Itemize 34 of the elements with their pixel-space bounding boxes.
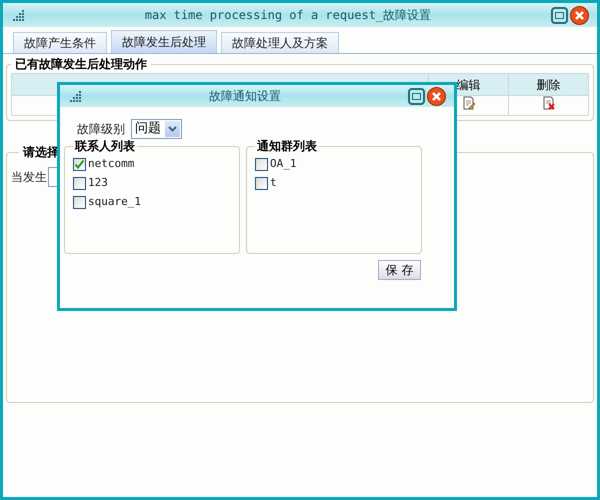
close-icon [574,10,585,20]
edit-icon[interactable] [462,96,476,110]
maximize-button[interactable] [408,88,425,104]
window-title: max time processing of a request_故障设置 [144,7,432,24]
field-label: 当发生 [11,169,47,186]
field-label: 故障级别 [77,121,125,138]
checkbox-label: netcomm [88,156,134,172]
tab[interactable]: 故障处理人及方案 [221,32,339,53]
save-button[interactable]: 保 存 [378,260,421,280]
checkbox[interactable] [73,196,86,209]
window-title: 故障通知设置 [208,88,282,105]
checkbox-label: t [270,175,277,192]
column-header: 删除 [508,74,588,96]
checkbox[interactable] [73,177,86,190]
checkbox[interactable] [255,158,268,171]
chevron-down-icon [168,126,177,132]
checkbox[interactable] [73,158,86,171]
checkbox-label: 123 [88,175,108,192]
tab[interactable]: 故障产生条件 [13,32,107,53]
tab[interactable]: 故障发生后处理 [111,30,217,53]
panel-legend: 通知群列表 [255,137,319,155]
delete-icon[interactable] [542,96,556,110]
grip-icon [68,90,82,102]
maximize-button[interactable] [551,6,568,24]
grip-icon [11,9,25,21]
close-icon [431,90,442,102]
close-button[interactable] [570,6,589,24]
checkbox-label: square_1 [88,194,141,210]
level-dropdown[interactable]: 问题 [131,119,182,139]
close-button[interactable] [427,86,446,106]
checkbox[interactable] [255,177,268,190]
checkbox-label: OA_1 [270,156,296,172]
panel-legend: 已有故障发生后处理动作 [11,55,151,73]
panel-legend: 联系人列表 [73,137,137,155]
